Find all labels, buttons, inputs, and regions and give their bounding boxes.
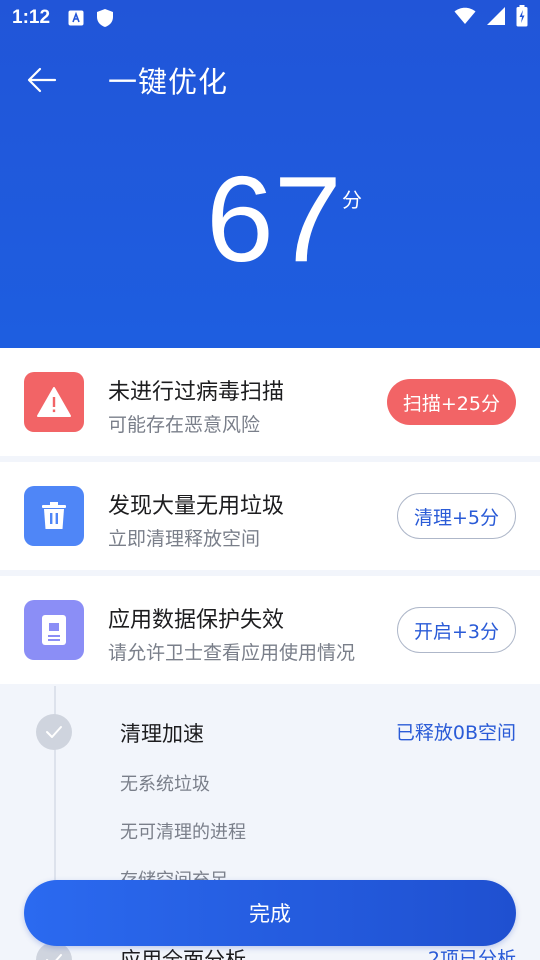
status-indicators [454, 5, 528, 31]
header-panel: 1:12 一键优化 67 分 [0, 0, 540, 348]
issue-card-virus-scan: 未进行过病毒扫描 可能存在恶意风险 扫描+25分 [0, 348, 540, 456]
issue-subtitle: 请允许卫士查看应用使用情况 [108, 642, 356, 664]
signal-icon [486, 6, 506, 30]
battery-icon [516, 5, 528, 31]
issue-title: 应用数据保护失效 [108, 608, 285, 633]
warning-icon [24, 372, 84, 432]
trash-icon [24, 486, 84, 546]
wifi-icon [454, 7, 476, 29]
check-icon [36, 714, 72, 750]
shield-notification-icon [96, 8, 114, 28]
status-bar: 1:12 [0, 0, 540, 36]
score-display: 67 分 [0, 158, 540, 288]
issue-title: 未进行过病毒扫描 [108, 380, 285, 405]
page-title: 一键优化 [108, 65, 229, 99]
step-result: 已释放0B空间 [395, 722, 516, 744]
issue-subtitle: 立即清理释放空间 [108, 528, 261, 550]
status-time: 1:12 [12, 7, 51, 28]
enable-button[interactable]: 开启+3分 [396, 607, 516, 653]
score-unit: 分 [342, 188, 362, 212]
step-detail: 无可清理的进程 [120, 822, 246, 843]
done-button[interactable]: 完成 [24, 880, 516, 946]
step-detail: 无系统垃圾 [120, 774, 210, 795]
step-result: 2项已分析 [427, 948, 516, 960]
keyboard-notification-icon [68, 10, 84, 26]
back-button[interactable] [12, 52, 72, 108]
clean-button[interactable]: 清理+5分 [396, 493, 516, 539]
arrow-left-icon [27, 67, 57, 93]
document-icon [24, 600, 84, 660]
score-value: 67 [206, 151, 342, 287]
issue-title: 发现大量无用垃圾 [108, 494, 285, 519]
scan-button[interactable]: 扫描+25分 [386, 379, 516, 425]
step-title: 应用全面分析 [120, 948, 246, 960]
app-bar: 一键优化 [0, 52, 540, 108]
step-title: 清理加速 [120, 722, 204, 746]
issue-card-junk: 发现大量无用垃圾 立即清理释放空间 清理+5分 [0, 462, 540, 570]
issue-subtitle: 可能存在恶意风险 [108, 414, 261, 436]
issue-card-data-protection: 应用数据保护失效 请允许卫士查看应用使用情况 开启+3分 [0, 576, 540, 684]
